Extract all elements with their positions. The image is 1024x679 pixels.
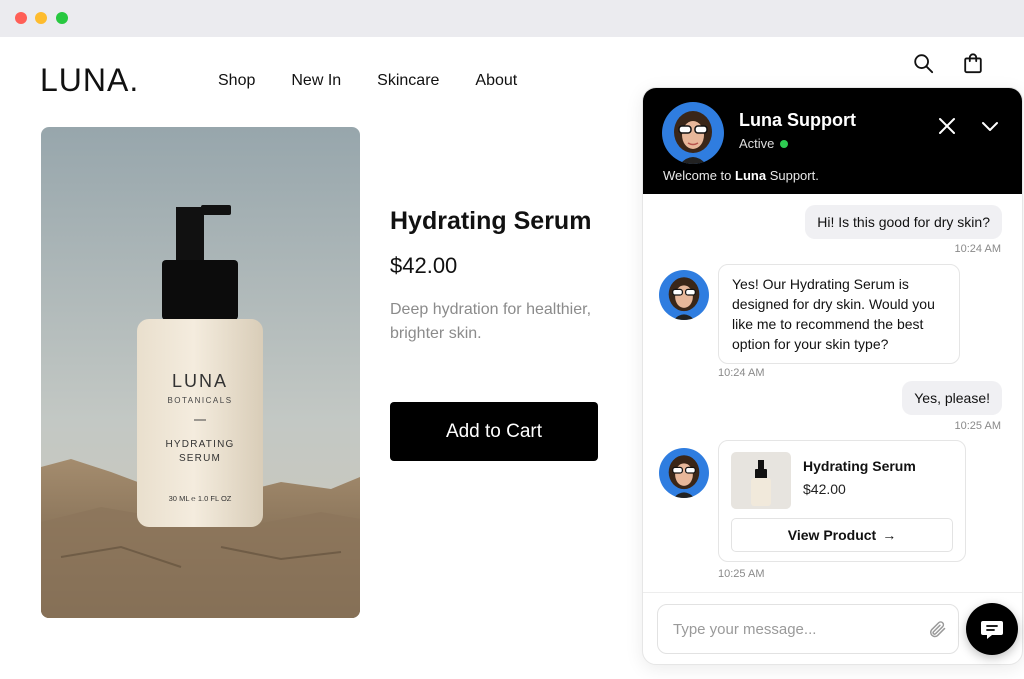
nav-item-shop[interactable]: Shop (218, 72, 255, 90)
chat-header: Luna Support Active Welcome to Luna Supp… (643, 88, 1022, 194)
add-to-cart-button[interactable]: Add to Cart (390, 402, 598, 461)
message-timestamp: 10:24 AM (718, 367, 765, 379)
window-close-dot[interactable] (15, 12, 27, 24)
window-minimize-dot[interactable] (35, 12, 47, 24)
view-product-label: View Product (787, 527, 877, 543)
nav-item-about[interactable]: About (475, 72, 517, 90)
bottle-name-line2: SERUM (179, 453, 221, 464)
chat-message-input[interactable] (657, 604, 959, 654)
bottle-volume-label: 30 ML ℮ 1.0 FL OZ (169, 494, 232, 503)
nav-item-skincare[interactable]: Skincare (377, 72, 439, 90)
chat-widget: Luna Support Active Welcome to Luna Supp… (642, 87, 1023, 665)
support-agent-avatar (662, 102, 724, 164)
product-card-title: Hydrating Serum (803, 458, 916, 474)
product-description: Deep hydration for healthier, brighter s… (390, 301, 592, 342)
brand-logo[interactable]: LUNA. (40, 62, 139, 99)
message-timestamp: 10:25 AM (718, 568, 765, 580)
message-timestamp: 10:25 AM (954, 420, 1001, 432)
chat-agent-status: Active (739, 136, 789, 151)
user-message: Hi! Is this good for dry skin? (805, 205, 1002, 239)
message-timestamp: 10:24 AM (954, 243, 1001, 255)
browser-title-bar (0, 0, 1024, 37)
user-message: Yes, please! (902, 381, 1002, 415)
bottle-sub-label: BOTANICALS (167, 396, 232, 405)
chat-launcher-button[interactable] (966, 603, 1018, 655)
chat-welcome-brand: Luna (735, 168, 767, 183)
product-card-thumbnail (731, 452, 791, 509)
agent-message: Yes! Our Hydrating Serum is designed for… (718, 264, 960, 364)
bottle-brand-label: LUNA (172, 371, 228, 391)
arrow-right-icon: → (882, 527, 897, 543)
product-image: LUNA BOTANICALS HYDRATING SERUM 30 ML ℮ … (41, 127, 360, 618)
product-card-price: $42.00 (803, 481, 846, 497)
close-icon[interactable] (937, 116, 957, 136)
bottle-name-line1: HYDRATING (166, 439, 235, 450)
chat-divider (643, 592, 1022, 593)
chevron-down-icon[interactable] (980, 116, 1000, 136)
chat-agent-name: Luna Support (739, 110, 856, 130)
chat-welcome-prefix: Welcome to (663, 168, 736, 183)
product-card: Hydrating Serum $42.00 View Product → (718, 440, 966, 562)
paperclip-icon[interactable] (927, 619, 947, 639)
search-icon[interactable] (912, 52, 934, 74)
chat-bubble-icon (981, 621, 1003, 639)
view-product-button[interactable]: View Product → (731, 518, 953, 552)
agent-avatar (659, 270, 709, 320)
chat-welcome-suffix: Support. (766, 168, 819, 183)
product-price: $42.00 (390, 253, 458, 278)
shopping-bag-icon[interactable] (962, 52, 984, 74)
agent-avatar (659, 448, 709, 498)
online-status-dot (780, 139, 789, 148)
product-title: Hydrating Serum (390, 207, 592, 235)
chat-status-label: Active (739, 136, 775, 151)
window-maximize-dot[interactable] (56, 12, 68, 24)
nav-item-new-in[interactable]: New In (291, 72, 341, 90)
main-nav: Shop New In Skincare About (218, 72, 517, 90)
chat-welcome-text: Welcome to Luna Support. (663, 168, 819, 183)
